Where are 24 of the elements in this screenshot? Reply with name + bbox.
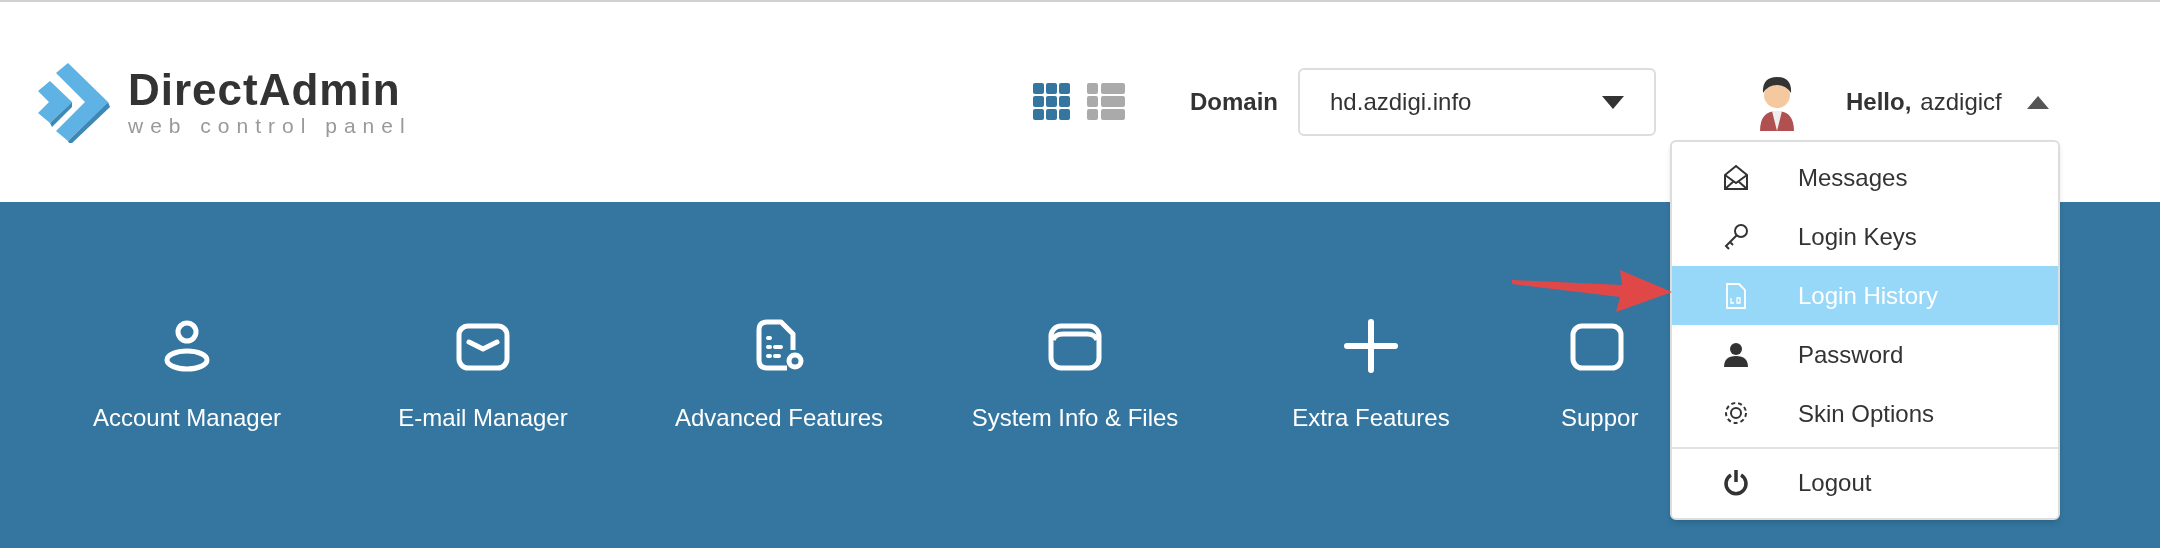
logo-icon [38,61,110,143]
user-name[interactable]: azdigicf [1920,84,2002,120]
menu-item[interactable]: Logout [1672,453,2058,512]
grid-view-icon[interactable] [1033,83,1071,121]
menu-item[interactable]: Password [1672,325,2058,384]
caret-icon[interactable] [2026,95,2049,109]
nav-label[interactable]: Suppor [1561,398,1639,438]
nav-label[interactable]: Account Manager [72,398,302,438]
menu-item[interactable]: Login Keys [1672,207,2058,266]
greeting: Hello, [1846,87,1912,117]
caret-icon [1602,95,1624,109]
logo-title: DirectAdmin [128,66,402,114]
key-icon [1722,221,1750,252]
menu-item[interactable]: Messages [1672,148,2058,207]
nav-label[interactable]: System Info & Files [960,398,1190,438]
power-icon [1722,467,1750,498]
nav-label[interactable]: Extra Features [1256,398,1486,438]
logo-tagline: web control panel [128,114,412,138]
menu-item[interactable]: Skin Options [1672,384,2058,443]
domain-select[interactable]: hd.azdigi.info [1298,68,1656,136]
nav-label[interactable]: E-mail Manager [368,398,598,438]
nav-label[interactable]: Advanced Features [664,398,894,438]
envelope-open-icon [1722,162,1750,193]
domain-label: Domain [1190,87,1278,117]
